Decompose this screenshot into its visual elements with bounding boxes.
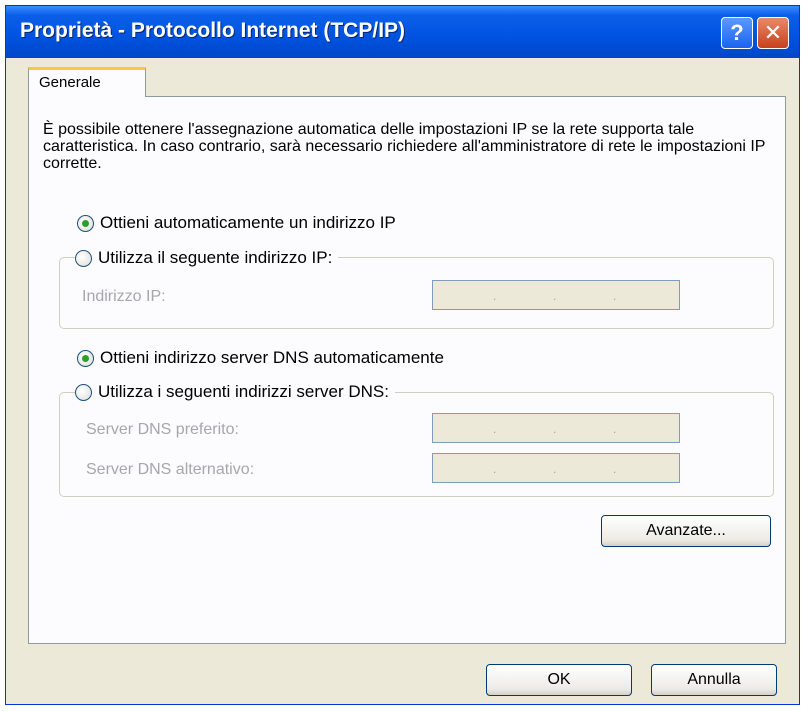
cancel-button[interactable]: Annulla (651, 664, 777, 696)
dns-auto-radio[interactable] (77, 349, 94, 367)
dns-alternate-field[interactable]: ... (432, 453, 680, 483)
ip-address-label: Indirizzo IP: (82, 288, 166, 305)
dns-manual-radio[interactable] (75, 383, 92, 401)
properties-dialog: Proprietà - Protocollo Internet (TCP/IP)… (5, 5, 800, 705)
advanced-button[interactable]: Avanzate... (601, 515, 771, 547)
dns-manual-label: Utilizza i seguenti indirizzi server DNS… (98, 382, 389, 401)
tab-generale[interactable]: Generale (28, 67, 146, 97)
dns-auto-option[interactable]: Ottieni indirizzo server DNS automaticam… (77, 348, 444, 368)
dns-preferred-field[interactable]: ... (432, 413, 680, 443)
dns-manual-option[interactable]: Utilizza i seguenti indirizzi server DNS… (75, 382, 395, 402)
help-icon: ? (730, 20, 744, 45)
close-button[interactable]: ✕ (757, 17, 789, 49)
description-text: È possibile ottenere l'assegnazione auto… (43, 121, 766, 172)
ip-auto-label: Ottieni automaticamente un indirizzo IP (100, 213, 396, 232)
dns-auto-label: Ottieni indirizzo server DNS automaticam… (100, 348, 444, 367)
ok-button[interactable]: OK (486, 664, 632, 696)
ip-manual-label: Utilizza il seguente indirizzo IP: (98, 248, 333, 267)
dns-preferred-label: Server DNS preferito: (86, 421, 239, 438)
ip-auto-radio[interactable] (77, 214, 94, 232)
tab-panel-generale: È possibile ottenere l'assegnazione auto… (28, 96, 786, 644)
ip-manual-radio[interactable] (75, 249, 92, 267)
title-bar[interactable]: Proprietà - Protocollo Internet (TCP/IP)… (6, 6, 799, 58)
radio-selected-dot (82, 354, 89, 362)
ip-auto-option[interactable]: Ottieni automaticamente un indirizzo IP (77, 213, 396, 233)
window-title: Proprietà - Protocollo Internet (TCP/IP) (20, 19, 406, 42)
radio-selected-dot (82, 219, 89, 227)
help-button[interactable]: ? (721, 17, 753, 49)
dns-manual-group: Server DNS preferito: ... Server DNS alt… (59, 392, 774, 497)
close-icon: ✕ (763, 20, 783, 45)
dns-alternate-label: Server DNS alternativo: (86, 461, 255, 478)
ip-address-field[interactable]: ... (432, 280, 680, 310)
ip-manual-option[interactable]: Utilizza il seguente indirizzo IP: (75, 248, 339, 268)
